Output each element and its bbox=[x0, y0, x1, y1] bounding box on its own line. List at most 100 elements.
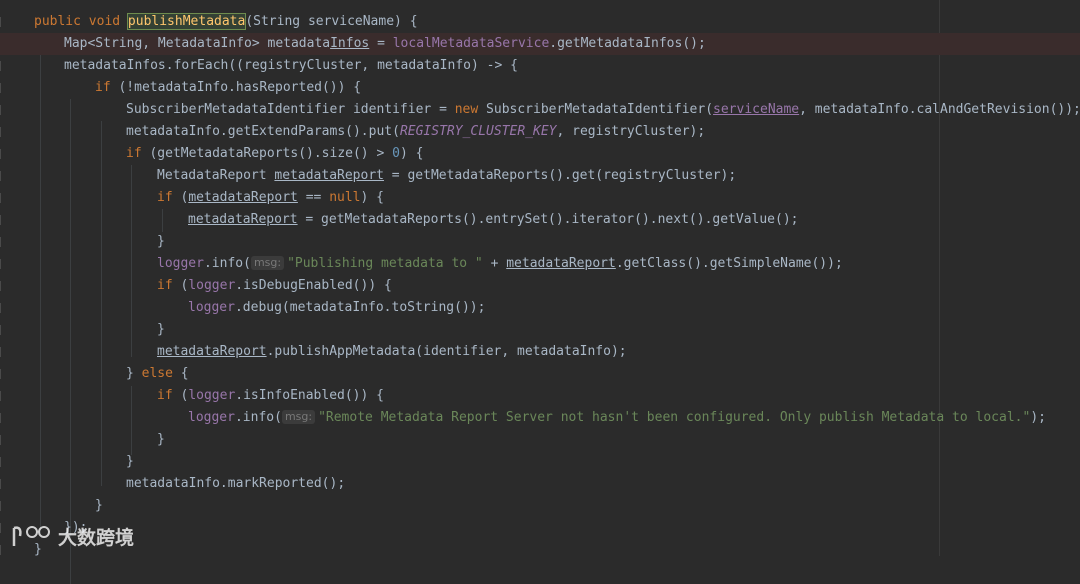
code-token: 0 bbox=[392, 146, 400, 161]
code-token: (String serviceName) { bbox=[245, 14, 418, 29]
code-line-text: } bbox=[157, 319, 165, 341]
code-line[interactable]: SubscriberMetadataIdentifier identifier … bbox=[0, 99, 1080, 121]
code-line[interactable]: logger.info(msg: "Publishing metadata to … bbox=[0, 253, 1080, 275]
code-line-text: public void publishMetadata(String servi… bbox=[34, 11, 418, 33]
code-line-text: logger.debug(metadataInfo.toString()); bbox=[188, 297, 485, 319]
code-line[interactable]: } bbox=[0, 539, 1080, 561]
code-token: metadataInfo.getExtendParams().put( bbox=[126, 124, 400, 139]
code-token: else bbox=[141, 366, 181, 381]
code-line[interactable]: if (logger.isInfoEnabled()) { bbox=[0, 385, 1080, 407]
code-token: logger bbox=[188, 278, 236, 293]
code-token: .getClass().getSimpleName()); bbox=[615, 256, 843, 271]
code-token: "Publishing metadata to " bbox=[287, 256, 483, 271]
code-token: serviceName bbox=[713, 102, 800, 117]
code-token: SubscriberMetadataIdentifier( bbox=[486, 102, 714, 117]
code-token: metadataReport bbox=[506, 256, 616, 271]
param-hint: msg: bbox=[250, 256, 285, 270]
code-line[interactable]: } bbox=[0, 429, 1080, 451]
code-token: (getMetadataReports().size() > bbox=[149, 146, 393, 161]
code-line-text: if (logger.isInfoEnabled()) { bbox=[157, 385, 384, 407]
watermark-text: 大数跨境 bbox=[58, 526, 135, 549]
code-token: publishMetadata bbox=[126, 13, 247, 30]
code-line[interactable]: } else { bbox=[0, 363, 1080, 385]
code-line[interactable]: public void publishMetadata(String servi… bbox=[0, 11, 1080, 33]
code-token: REGISTRY_CLUSTER_KEY bbox=[399, 124, 557, 139]
code-token: } bbox=[157, 432, 165, 447]
code-line[interactable]: Map<String, MetadataInfo> metadataInfos … bbox=[0, 33, 1080, 55]
code-token: metadataReport bbox=[188, 212, 298, 227]
code-token: public void bbox=[34, 14, 128, 29]
code-token: if bbox=[157, 278, 181, 293]
code-token: metadataReport bbox=[157, 344, 267, 359]
code-line[interactable]: metadataInfo.getExtendParams().put(REGIS… bbox=[0, 121, 1080, 143]
code-line-text: MetadataReport metadataReport = getMetad… bbox=[157, 165, 736, 187]
code-line[interactable]: } bbox=[0, 319, 1080, 341]
code-line[interactable]: logger.info(msg: "Remote Metadata Report … bbox=[0, 407, 1080, 429]
code-line[interactable]: metadataInfo.markReported(); bbox=[0, 473, 1080, 495]
code-line[interactable]: logger.debug(metadataInfo.toString()); bbox=[0, 297, 1080, 319]
code-token: SubscriberMetadataIdentifier identifier … bbox=[126, 102, 455, 117]
watermark: 大数跨境 bbox=[10, 520, 134, 552]
code-line-text: metadataReport = getMetadataReports().en… bbox=[188, 209, 798, 231]
code-token: } bbox=[126, 454, 134, 469]
code-line[interactable]: metadataReport.publishAppMetadata(identi… bbox=[0, 341, 1080, 363]
code-token: , metadataInfo.calAndGetRevision()); bbox=[799, 102, 1080, 117]
code-token: metadataReport bbox=[188, 190, 298, 205]
code-token: , registryCluster); bbox=[556, 124, 706, 139]
code-token: = bbox=[369, 36, 393, 51]
code-line-text: } bbox=[157, 429, 165, 451]
code-token: + bbox=[482, 256, 507, 271]
code-line[interactable]: if (getMetadataReports().size() > 0) { bbox=[0, 143, 1080, 165]
code-line-text: } bbox=[95, 495, 103, 517]
code-token: } bbox=[157, 234, 165, 249]
code-token: metadataInfo.markReported(); bbox=[126, 476, 346, 491]
code-token: ) { bbox=[399, 146, 424, 161]
param-hint: msg: bbox=[281, 410, 316, 424]
code-token: } bbox=[95, 498, 103, 513]
code-line-text: } bbox=[126, 451, 134, 473]
code-line[interactable]: } bbox=[0, 495, 1080, 517]
code-line-text: if (logger.isDebugEnabled()) { bbox=[157, 275, 392, 297]
code-token: new bbox=[454, 102, 487, 117]
code-token: if bbox=[95, 80, 119, 95]
code-token: .publishAppMetadata(identifier, metadata… bbox=[266, 344, 627, 359]
code-line[interactable]: MetadataReport metadataReport = getMetad… bbox=[0, 165, 1080, 187]
code-token: if bbox=[126, 146, 150, 161]
code-token: ); bbox=[1030, 410, 1046, 425]
code-token: logger bbox=[188, 300, 235, 315]
code-token: null bbox=[329, 190, 361, 205]
code-line[interactable]: } bbox=[0, 231, 1080, 253]
code-line[interactable]: }); bbox=[0, 517, 1080, 539]
code-token: if bbox=[157, 388, 181, 403]
code-line[interactable]: if (logger.isDebugEnabled()) { bbox=[0, 275, 1080, 297]
code-token: } bbox=[157, 322, 165, 337]
code-token: "Remote Metadata Report Server not hasn'… bbox=[318, 410, 1031, 425]
code-token: .isInfoEnabled()) { bbox=[235, 388, 384, 403]
code-line[interactable]: if (metadataReport == null) { bbox=[0, 187, 1080, 209]
code-token: metadataInfos.forEach((registryCluster, … bbox=[64, 58, 518, 73]
code-line[interactable]: metadataReport = getMetadataReports().en… bbox=[0, 209, 1080, 231]
code-token: (!metadataInfo.hasReported()) { bbox=[118, 80, 362, 95]
code-line-text: logger.info(msg: "Remote Metadata Report … bbox=[188, 407, 1046, 429]
code-token: == bbox=[297, 190, 330, 205]
code-editor[interactable]: public void publishMetadata(String servi… bbox=[0, 0, 1080, 584]
code-token: Map<String, MetadataInfo> metadata bbox=[64, 36, 331, 51]
code-token: logger bbox=[188, 388, 236, 403]
code-token: .isDebugEnabled()) { bbox=[235, 278, 392, 293]
code-token: if bbox=[157, 190, 181, 205]
code-line[interactable]: if (!metadataInfo.hasReported()) { bbox=[0, 77, 1080, 99]
code-token: .info( bbox=[234, 410, 282, 425]
code-token: Infos bbox=[330, 36, 370, 51]
code-line[interactable]: metadataInfos.forEach((registryCluster, … bbox=[0, 55, 1080, 77]
code-line-text: SubscriberMetadataIdentifier identifier … bbox=[126, 99, 1080, 121]
watermark-logo-icon bbox=[12, 526, 50, 546]
code-token: { bbox=[180, 366, 189, 381]
code-line-text: if (metadataReport == null) { bbox=[157, 187, 384, 209]
code-token: .info( bbox=[203, 256, 251, 271]
code-token: .debug(metadataInfo.toString()); bbox=[234, 300, 486, 315]
code-line-text: } bbox=[157, 231, 165, 253]
code-token: } bbox=[126, 366, 142, 381]
code-line[interactable]: } bbox=[0, 451, 1080, 473]
code-line-text: Map<String, MetadataInfo> metadataInfos … bbox=[64, 33, 706, 55]
code-line-text: metadataInfo.markReported(); bbox=[126, 473, 345, 495]
